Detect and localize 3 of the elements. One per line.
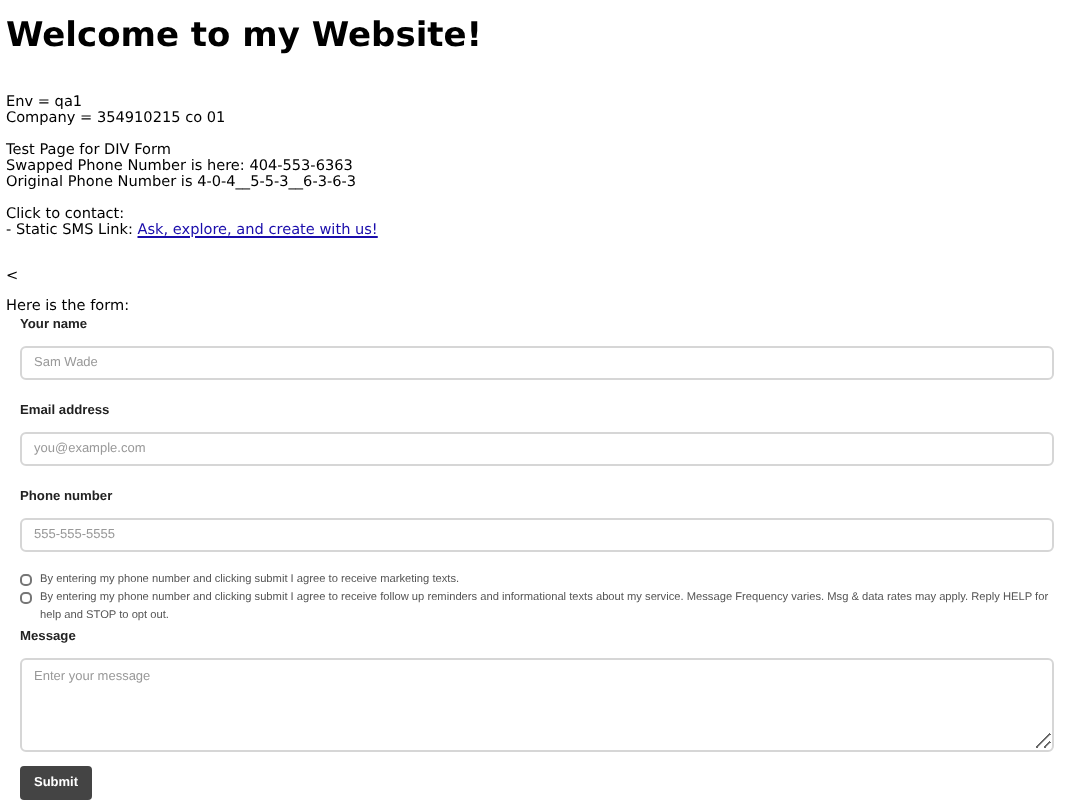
page-heading: Welcome to my Website! [6, 16, 485, 56]
consent-checkbox[interactable] [20, 574, 32, 586]
consent-checkbox[interactable] [20, 592, 32, 604]
